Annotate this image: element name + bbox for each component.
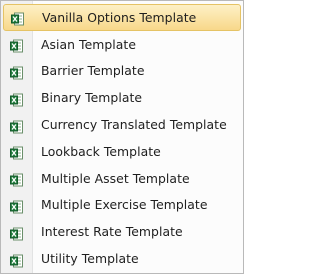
menu-item-currency-translated-template[interactable]: Currency Translated Template [1, 111, 243, 138]
menu-item-binary-template[interactable]: Binary Template [1, 84, 243, 111]
menu-item-multiple-exercise-template[interactable]: Multiple Exercise Template [1, 192, 243, 219]
menu-item-label: Binary Template [41, 90, 143, 106]
menu-item-barrier-template[interactable]: Barrier Template [1, 58, 243, 85]
menu-item-label: Currency Translated Template [41, 117, 227, 133]
menu-item-label: Lookback Template [41, 143, 161, 159]
excel-icon [10, 225, 23, 241]
template-menu: Vanilla Options Template Asian Template [0, 0, 244, 274]
excel-icon [10, 38, 23, 53]
excel-icon [10, 91, 23, 107]
menu-item-label: Barrier Template [41, 63, 145, 79]
excel-icon [10, 198, 23, 214]
menu-item-label: Asian Template [41, 36, 136, 52]
menu-item-label: Multiple Exercise Template [41, 197, 208, 213]
excel-icon [11, 11, 24, 26]
menu-items: Vanilla Options Template Asian Template [1, 1, 243, 272]
menu-item-label: Multiple Asset Template [41, 170, 190, 186]
menu-item-utility-template[interactable]: Utility Template [1, 245, 243, 272]
excel-icon [10, 252, 23, 268]
excel-icon [10, 172, 23, 187]
menu-item-lookback-template[interactable]: Lookback Template [1, 138, 243, 165]
excel-icon [10, 145, 23, 160]
menu-item-label: Interest Rate Template [41, 224, 183, 240]
menu-item-interest-rate-template[interactable]: Interest Rate Template [1, 218, 243, 245]
menu-item-label: Utility Template [41, 251, 139, 267]
menu-item-asian-template[interactable]: Asian Template [1, 31, 243, 58]
excel-icon [10, 118, 23, 134]
menu-item-vanilla-options-template[interactable]: Vanilla Options Template [3, 4, 241, 31]
excel-icon [10, 64, 23, 80]
menu-item-multiple-asset-template[interactable]: Multiple Asset Template [1, 165, 243, 192]
menu-item-label: Vanilla Options Template [42, 9, 197, 25]
